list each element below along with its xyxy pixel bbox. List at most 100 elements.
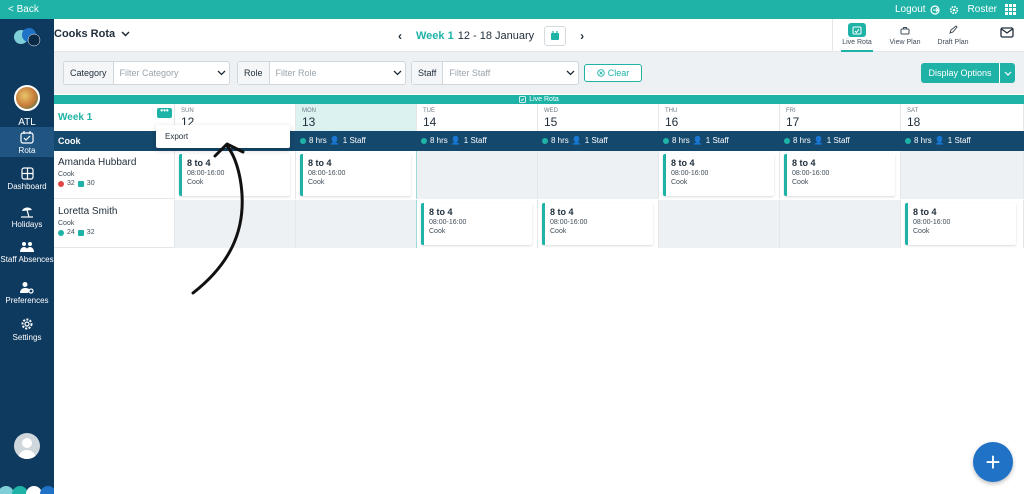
- mail-icon[interactable]: [1000, 27, 1014, 38]
- person-icon: 👤: [692, 136, 703, 145]
- add-shift-button[interactable]: +: [973, 442, 1013, 482]
- role-filter-placeholder: Filter Role: [275, 68, 317, 78]
- hours-icon: [77, 180, 84, 187]
- close-circle-icon: [596, 69, 605, 77]
- day-header-fri: FRI 17: [780, 104, 901, 131]
- category-filter-label: Category: [64, 62, 114, 84]
- rota-selector[interactable]: Cooks Rota: [54, 28, 130, 40]
- staff-name: Loretta Smith: [58, 206, 118, 217]
- staff-info[interactable]: Loretta Smith Cook 24 32: [54, 200, 175, 248]
- sidebar-item-label: Holidays: [11, 220, 43, 229]
- day-of-week: SUN: [181, 108, 194, 114]
- shift-card[interactable]: 8 to 4 08:00-16:00 Cook: [784, 154, 895, 196]
- hours-icon: [77, 229, 84, 236]
- shift-cell[interactable]: 8 to 4 08:00-16:00 Cook: [659, 151, 780, 199]
- category-filter[interactable]: Category Filter Category: [63, 61, 230, 85]
- app-logo: [14, 28, 41, 47]
- tab-draft-plan[interactable]: Draft Plan: [929, 19, 977, 52]
- display-options-button[interactable]: Display Options: [921, 63, 1015, 83]
- shift-cell[interactable]: 8 to 4 08:00-16:00 Cook: [538, 200, 659, 248]
- calendar-button[interactable]: [544, 26, 567, 46]
- shift-hours: 08:00-16:00: [308, 170, 346, 177]
- prev-week-button[interactable]: ‹: [394, 29, 406, 43]
- day-number: 15: [544, 115, 558, 129]
- shift-cell[interactable]: 8 to 4 08:00-16:00 Cook: [901, 200, 1024, 248]
- shift-card[interactable]: 8 to 4 08:00-16:00 Cook: [663, 154, 774, 196]
- staff-info[interactable]: Amanda Hubbard Cook 32 30: [54, 151, 175, 199]
- day-of-week: THU: [665, 108, 678, 114]
- view-tabs: Live Rota View Plan Draft Plan: [832, 19, 977, 52]
- more-options-button[interactable]: •••: [157, 107, 172, 118]
- empty-cell[interactable]: [659, 200, 780, 248]
- shift-card[interactable]: 8 to 4 08:00-16:00 Cook: [542, 203, 653, 245]
- day-number: 13: [302, 115, 316, 129]
- next-week-button[interactable]: ›: [576, 29, 588, 43]
- sidebar-item-preferences[interactable]: Preferences: [0, 281, 54, 305]
- category-filter-placeholder: Filter Category: [119, 68, 179, 78]
- logout-button[interactable]: Logout: [895, 4, 941, 15]
- empty-cell[interactable]: [780, 200, 901, 248]
- summary-hours: 8 hrs: [793, 136, 811, 145]
- day-number: 18: [907, 115, 921, 129]
- brand-decoration: [0, 486, 54, 494]
- staff-stats: 32 30: [58, 180, 170, 187]
- week-label: Week 1: [416, 30, 454, 42]
- stat-value: 30: [86, 180, 95, 187]
- staff-filter-placeholder: Filter Staff: [449, 68, 491, 78]
- empty-cell[interactable]: [901, 151, 1024, 199]
- day-number: 17: [786, 115, 800, 129]
- shift-cell[interactable]: 8 to 4 08:00-16:00 Cook: [780, 151, 901, 199]
- staff-role: Cook: [58, 171, 75, 178]
- shift-card[interactable]: 8 to 4 08:00-16:00 Cook: [300, 154, 411, 196]
- day-summary: 8 hrs 👤 1 Staff: [905, 136, 971, 145]
- sidebar-item-label: Staff Absences: [0, 255, 54, 264]
- apps-grid-icon[interactable]: [1005, 4, 1016, 15]
- role-filter[interactable]: Role Filter Role: [237, 61, 406, 85]
- sidebar-item-holidays[interactable]: Holidays: [0, 205, 54, 229]
- empty-cell[interactable]: [296, 200, 417, 248]
- shift-title: 8 to 4: [913, 207, 937, 217]
- day-number: 16: [665, 115, 679, 129]
- tab-live-rota[interactable]: Live Rota: [833, 19, 881, 52]
- summary-staff: 1 Staff: [826, 136, 850, 145]
- sidebar-item-rota[interactable]: Rota: [0, 127, 54, 157]
- rota-title: Cooks Rota: [54, 28, 116, 40]
- summary-hours: 8 hrs: [672, 136, 690, 145]
- shift-title: 8 to 4: [792, 158, 816, 168]
- site-avatar[interactable]: [14, 85, 40, 111]
- briefcase-icon: [896, 23, 914, 37]
- shift-role: Cook: [913, 228, 930, 235]
- sidebar-item-dashboard[interactable]: Dashboard: [0, 167, 54, 191]
- sidebar-item-settings[interactable]: Settings: [0, 317, 54, 342]
- shift-hours: 08:00-16:00: [913, 219, 951, 226]
- chevron-down-icon[interactable]: [999, 63, 1015, 83]
- day-summary: 8 hrs 👤 1 Staff: [663, 136, 729, 145]
- stat-value: 32: [86, 229, 95, 236]
- annotation-arrow: [191, 142, 245, 295]
- back-button[interactable]: < Back: [8, 4, 39, 15]
- tab-label: View Plan: [889, 39, 921, 46]
- summary-staff: 1 Staff: [584, 136, 608, 145]
- clear-filters-button[interactable]: Clear: [584, 64, 642, 82]
- tab-label: Live Rota: [842, 39, 872, 46]
- shift-role: Cook: [792, 179, 809, 186]
- shift-card[interactable]: 8 to 4 08:00-16:00 Cook: [905, 203, 1016, 245]
- shift-card[interactable]: 8 to 4 08:00-16:00 Cook: [421, 203, 532, 245]
- empty-cell[interactable]: [538, 151, 659, 199]
- shift-title: 8 to 4: [429, 207, 453, 217]
- gear-icon[interactable]: [949, 4, 960, 15]
- display-options-label: Display Options: [928, 68, 992, 78]
- user-avatar[interactable]: [14, 433, 40, 459]
- day-of-week: TUE: [423, 108, 435, 114]
- day-of-week: FRI: [786, 108, 796, 114]
- empty-cell[interactable]: [417, 151, 538, 199]
- sidebar-item-staff-absences[interactable]: Staff Absences: [0, 241, 54, 264]
- shift-cell[interactable]: 8 to 4 08:00-16:00 Cook: [296, 151, 417, 199]
- shift-title: 8 to 4: [671, 158, 695, 168]
- tab-view-plan[interactable]: View Plan: [881, 19, 929, 52]
- shift-hours: 08:00-16:00: [429, 219, 467, 226]
- shift-hours: 08:00-16:00: [550, 219, 588, 226]
- staff-filter[interactable]: Staff Filter Staff: [411, 61, 579, 85]
- logout-icon: [930, 4, 941, 15]
- shift-cell[interactable]: 8 to 4 08:00-16:00 Cook: [417, 200, 538, 248]
